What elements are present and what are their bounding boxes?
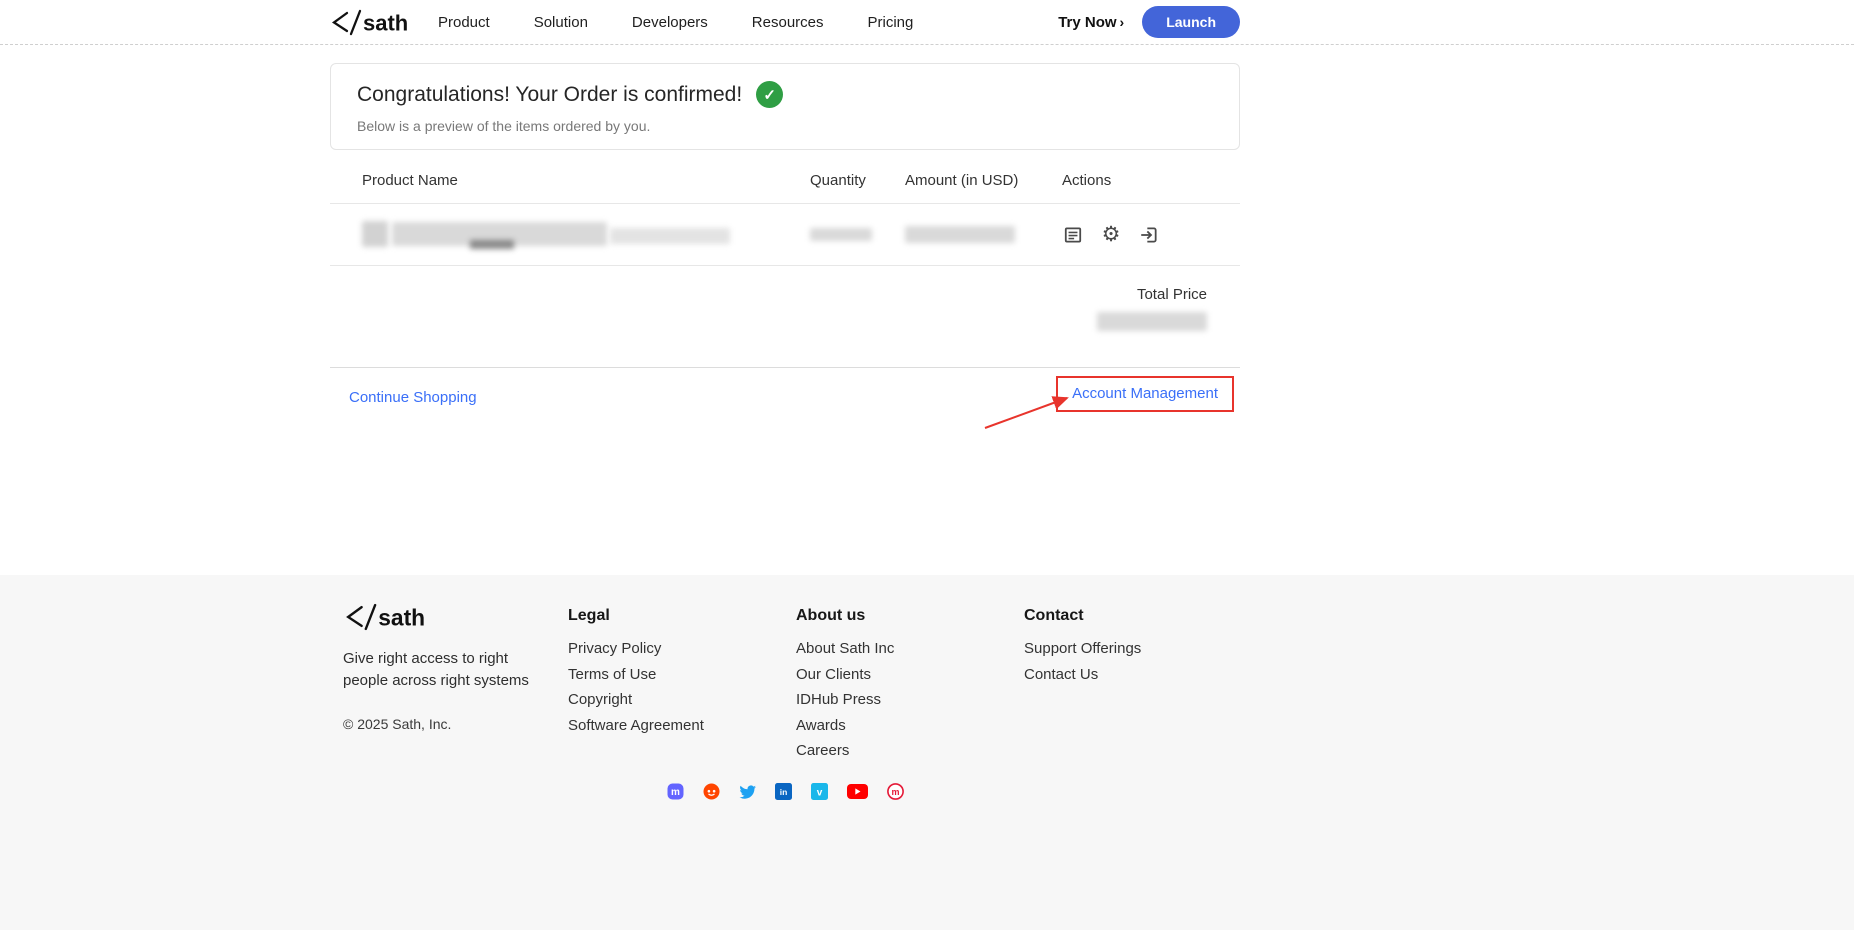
link-about-sath[interactable]: About Sath Inc <box>796 639 1024 660</box>
launch-button[interactable]: Launch <box>1142 6 1240 38</box>
footer-brand-column: sath Give right access to right people a… <box>343 603 568 767</box>
twitter-icon[interactable] <box>739 783 756 800</box>
nav-item-resources[interactable]: Resources <box>752 14 824 31</box>
try-now-label: Try Now <box>1058 14 1116 31</box>
nav-item-pricing[interactable]: Pricing <box>868 14 914 31</box>
confirmation-title: Congratulations! Your Order is confirmed… <box>357 83 742 107</box>
footer-legal-column: Legal Privacy Policy Terms of Use Copyri… <box>568 603 796 767</box>
svg-text:m: m <box>891 787 899 797</box>
link-support-offerings[interactable]: Support Offerings <box>1024 639 1240 660</box>
footer-contact-column: Contact Support Offerings Contact Us <box>1024 603 1240 767</box>
order-details-icon[interactable] <box>1062 224 1084 246</box>
svg-text:v: v <box>816 787 822 798</box>
footer-about-column: About us About Sath Inc Our Clients IDHu… <box>796 603 1024 767</box>
account-management-link[interactable]: Account Management <box>1072 385 1218 402</box>
col-quantity: Quantity <box>810 172 905 189</box>
footer-sath-logo-icon: sath <box>343 603 428 631</box>
table-row: ⚙ <box>330 204 1240 266</box>
link-our-clients[interactable]: Our Clients <box>796 665 1024 686</box>
link-copyright[interactable]: Copyright <box>568 690 796 711</box>
top-nav: sath Product Solution Developers Resourc… <box>0 0 1854 45</box>
main-menu: Product Solution Developers Resources Pr… <box>438 14 913 31</box>
col-amount: Amount (in USD) <box>905 172 1062 189</box>
brand-tagline: Give right access to right people across… <box>343 648 543 692</box>
linkedin-icon[interactable]: in <box>775 783 792 800</box>
try-now-link[interactable]: Try Now › <box>1058 14 1124 31</box>
vimeo-icon[interactable]: v <box>811 783 828 800</box>
nav-item-solution[interactable]: Solution <box>534 14 588 31</box>
success-check-icon: ✓ <box>756 81 783 108</box>
footer-brand-wordmark: sath <box>378 604 425 630</box>
site-footer: sath Give right access to right people a… <box>0 575 1854 930</box>
mastodon-icon[interactable]: m <box>667 783 684 800</box>
link-idhub-press[interactable]: IDHub Press <box>796 690 1024 711</box>
total-price-block: Total Price <box>330 286 1240 331</box>
total-price-redacted <box>1097 312 1207 331</box>
row-actions: ⚙ <box>1062 224 1240 246</box>
confirmation-card: Congratulations! Your Order is confirmed… <box>330 63 1240 150</box>
link-awards[interactable]: Awards <box>796 716 1024 737</box>
contact-heading: Contact <box>1024 607 1240 625</box>
youtube-icon[interactable] <box>847 784 868 799</box>
product-name-redacted <box>362 220 722 250</box>
svg-text:in: in <box>779 787 787 797</box>
svg-text:m: m <box>671 787 680 798</box>
link-careers[interactable]: Careers <box>796 741 1024 762</box>
about-heading: About us <box>796 607 1024 625</box>
legal-heading: Legal <box>568 607 796 625</box>
social-links-row: m in v <box>330 783 1240 800</box>
meetup-icon[interactable]: m <box>887 783 904 800</box>
amount-redacted <box>905 226 1015 243</box>
reddit-icon[interactable] <box>703 783 720 800</box>
chevron-right-icon: › <box>1120 15 1125 29</box>
copyright-text: © 2025 Sath, Inc. <box>343 716 568 732</box>
settings-gear-icon[interactable]: ⚙ <box>1100 224 1122 246</box>
footer-links-row: Continue Shopping Account Management <box>330 368 1240 412</box>
nav-item-developers[interactable]: Developers <box>632 14 708 31</box>
quantity-redacted <box>810 228 872 241</box>
brand-wordmark: sath <box>363 10 408 35</box>
sath-logo-icon: sath <box>330 9 410 36</box>
link-software-agreement[interactable]: Software Agreement <box>568 716 796 737</box>
total-price-label: Total Price <box>330 286 1207 303</box>
col-actions: Actions <box>1062 172 1240 189</box>
link-privacy-policy[interactable]: Privacy Policy <box>568 639 796 660</box>
account-management-highlight-box: Account Management <box>1056 376 1234 412</box>
continue-shopping-link[interactable]: Continue Shopping <box>349 389 477 406</box>
order-table-header: Product Name Quantity Amount (in USD) Ac… <box>330 150 1240 204</box>
sath-logo[interactable]: sath <box>330 9 410 36</box>
link-terms-of-use[interactable]: Terms of Use <box>568 665 796 686</box>
link-contact-us[interactable]: Contact Us <box>1024 665 1240 686</box>
col-product-name: Product Name <box>362 172 810 189</box>
launch-app-icon[interactable] <box>1138 224 1160 246</box>
nav-item-product[interactable]: Product <box>438 14 490 31</box>
footer-sath-logo[interactable]: sath <box>343 603 568 636</box>
confirmation-subtitle: Below is a preview of the items ordered … <box>357 118 1213 134</box>
order-confirmation-page: Congratulations! Your Order is confirmed… <box>330 63 1240 412</box>
